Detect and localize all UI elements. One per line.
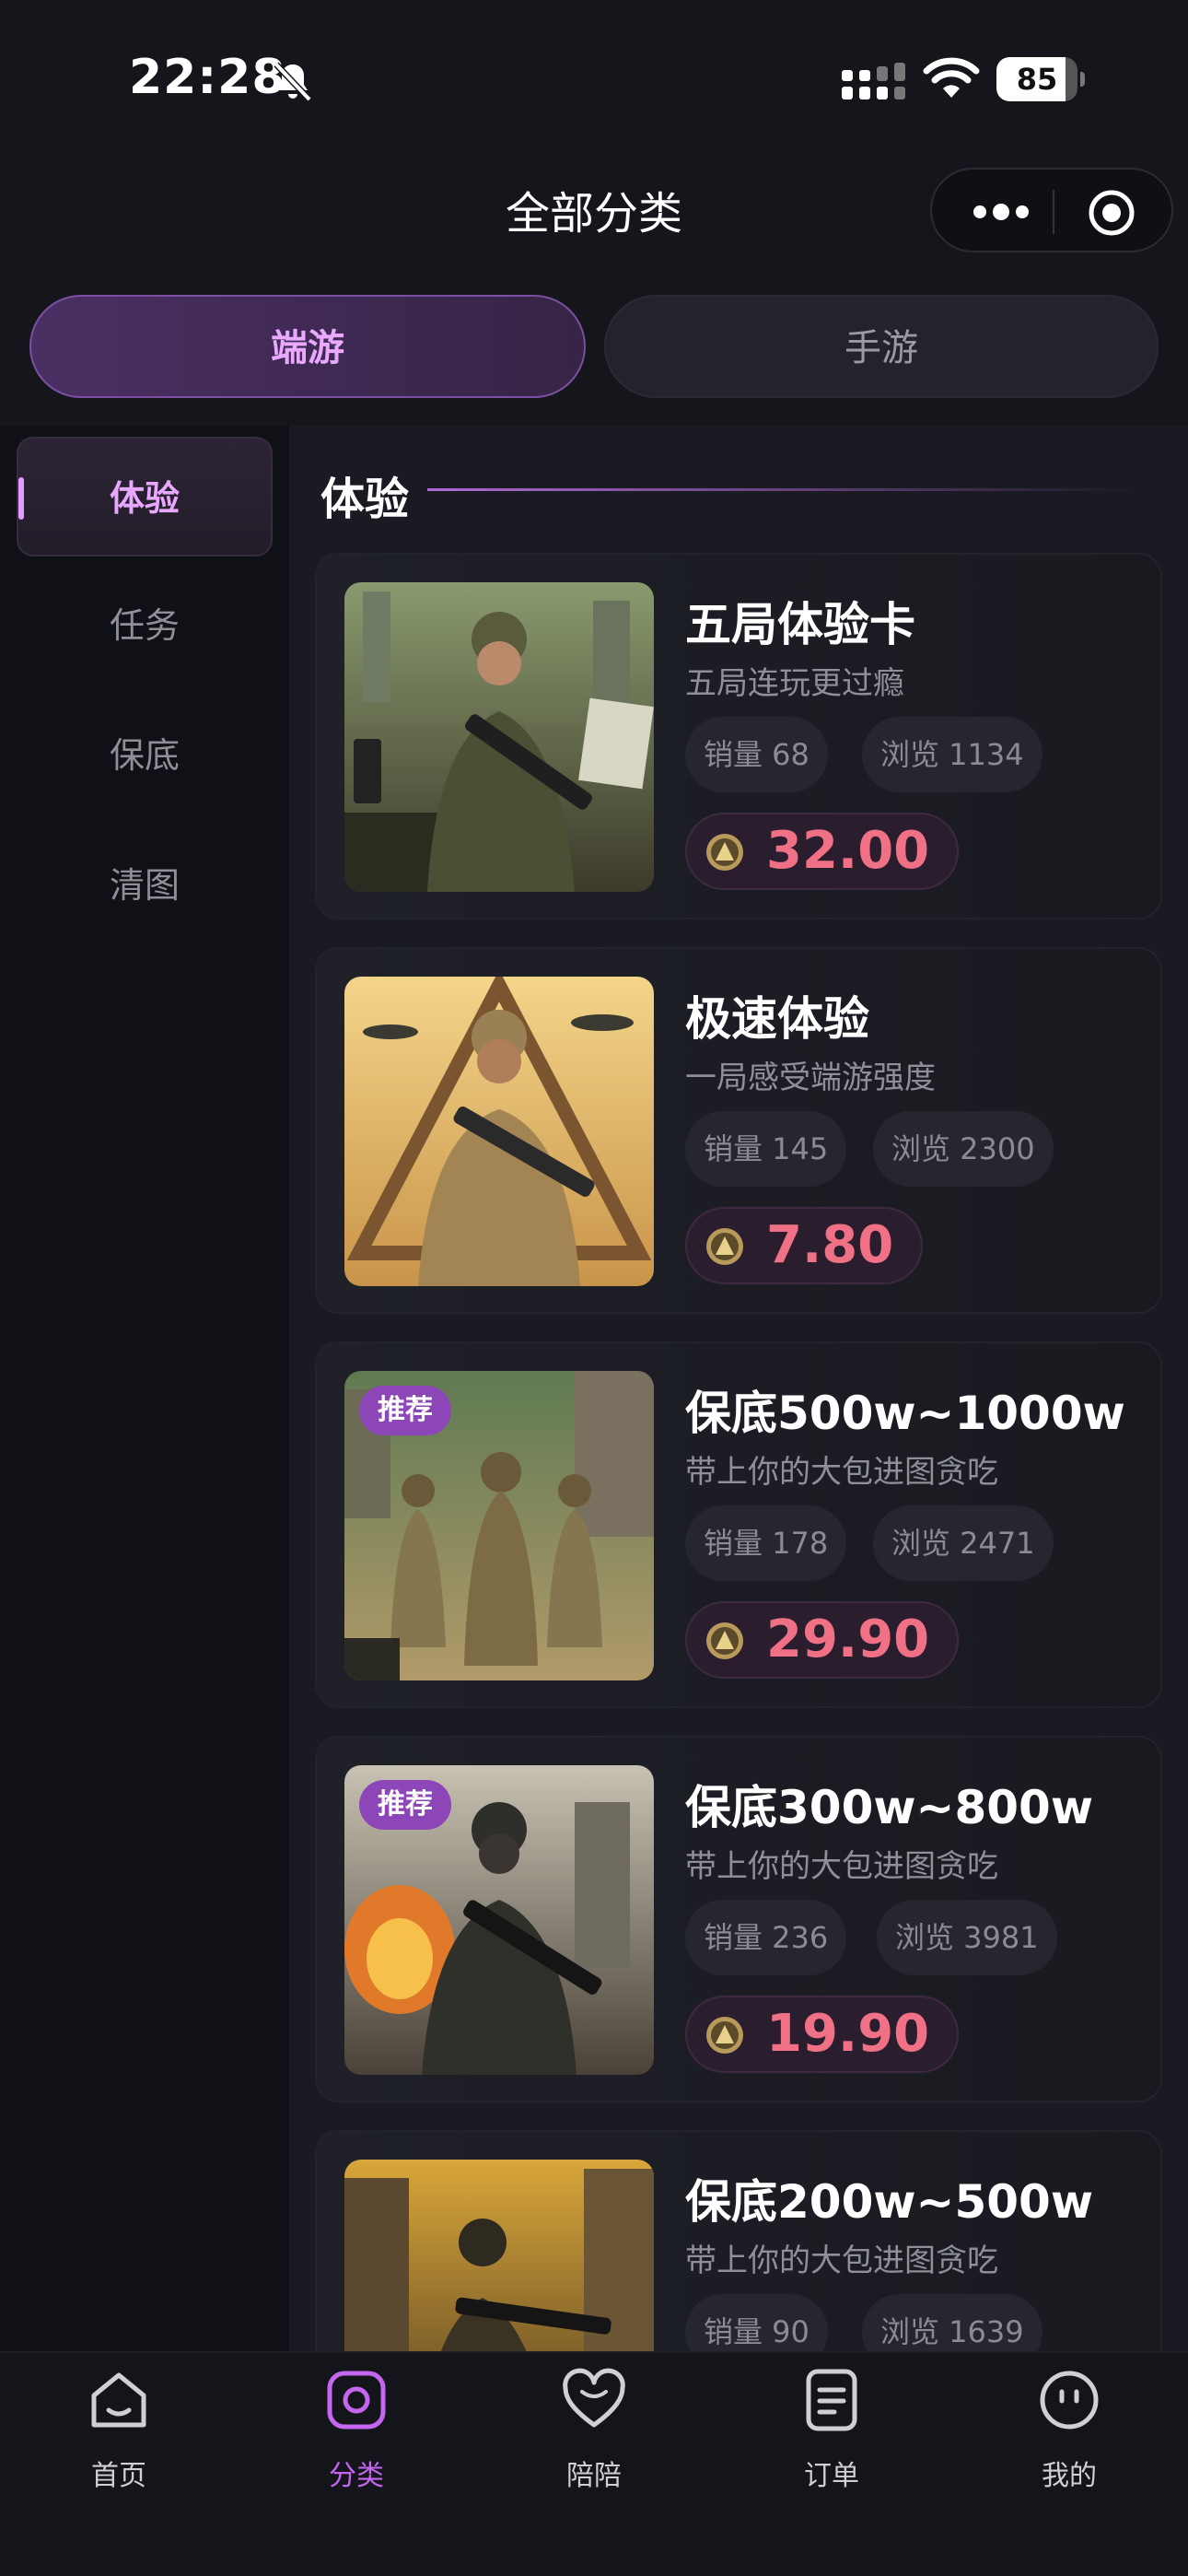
platform-tabs: 端游 手游 <box>29 295 1159 398</box>
coin-icon <box>706 1622 743 1659</box>
product-subtitle: 带上你的大包进图贪吃 <box>685 1454 998 1491</box>
tab-mobile-games[interactable]: 手游 <box>604 295 1159 398</box>
recommend-badge: 推荐 <box>359 1386 451 1435</box>
home-icon <box>91 2372 146 2428</box>
coin-icon <box>706 1228 743 1265</box>
price-value: 19.90 <box>766 2004 930 2064</box>
product-subtitle: 一局感受端游强度 <box>685 1060 936 1096</box>
tab-label: 订单 <box>804 2460 859 2492</box>
cellular-signal-icon <box>842 63 905 100</box>
app-screen: 22:28 85 全部分类 端游 手游 体验 任务 保底 清图 体验 五局体验卡… <box>0 0 1188 2576</box>
section-divider <box>427 488 1136 491</box>
tab-orders[interactable]: 订单 <box>713 2353 950 2537</box>
price-value: 29.90 <box>766 1610 930 1669</box>
product-image <box>344 977 654 1286</box>
view-count: 浏览 2300 <box>873 1111 1054 1187</box>
category-sidebar: 体验 任务 保底 清图 <box>0 426 289 2351</box>
battery-level-text: 85 <box>1016 62 1058 97</box>
view-count: 浏览 3981 <box>877 1900 1057 1975</box>
tab-category[interactable]: 分类 <box>238 2353 475 2537</box>
more-icon[interactable] <box>969 193 1033 230</box>
product-card[interactable]: 五局体验卡 五局连玩更过瘾 销量 68 浏览 1134 32.00 <box>315 553 1162 919</box>
tab-pc-games[interactable]: 端游 <box>29 295 586 398</box>
status-bar: 22:28 85 <box>0 0 1188 157</box>
tab-home[interactable]: 首页 <box>0 2353 238 2537</box>
sales-count: 销量 236 <box>685 1900 847 1975</box>
view-count: 浏览 1134 <box>862 717 1042 792</box>
close-target-icon[interactable] <box>1087 188 1136 238</box>
product-card[interactable]: 保底200w~500w 带上你的大包进图贪吃 销量 90 浏览 1639 <box>315 2130 1162 2351</box>
sales-count: 销量 145 <box>685 1111 847 1187</box>
bottom-tab-bar: 首页 分类 陪陪 订单 我的 <box>0 2351 1188 2576</box>
view-count: 浏览 2471 <box>873 1505 1054 1581</box>
product-card[interactable]: 推荐 保底300w~800w 带上你的大包进图贪吃 销量 236 浏览 3981… <box>315 1736 1162 2102</box>
sidebar-item-guarantee[interactable]: 保底 <box>17 696 273 815</box>
view-count: 浏览 1639 <box>862 2294 1042 2351</box>
sidebar-item-trial[interactable]: 体验 <box>17 437 273 556</box>
product-card[interactable]: 推荐 保底500w~1000w 带上你的大包进图贪吃 销量 178 浏览 247… <box>315 1341 1162 1708</box>
product-image <box>344 582 654 892</box>
product-title: 保底200w~500w <box>685 2175 1094 2229</box>
price-value: 7.80 <box>766 1215 894 1275</box>
price-value: 32.00 <box>766 821 930 881</box>
tab-label: 首页 <box>91 2460 146 2492</box>
category-icon <box>327 2371 386 2430</box>
product-title: 五局体验卡 <box>685 598 915 651</box>
sidebar-item-label: 体验 <box>109 478 180 519</box>
tab-profile[interactable]: 我的 <box>950 2353 1188 2537</box>
product-subtitle: 带上你的大包进图贪吃 <box>685 1848 998 1885</box>
product-image <box>344 2160 654 2351</box>
tab-label: 我的 <box>1042 2460 1097 2492</box>
tab-label: 分类 <box>329 2460 384 2492</box>
price-tag: 32.00 <box>685 813 960 890</box>
active-indicator <box>18 477 24 520</box>
product-title: 极速体验 <box>685 992 869 1046</box>
sidebar-item-clear-map[interactable]: 清图 <box>17 825 273 945</box>
sidebar-item-label: 任务 <box>109 605 180 646</box>
heart-icon <box>563 2368 625 2428</box>
product-image: 推荐 <box>344 1765 654 2075</box>
product-card[interactable]: 极速体验 一局感受端游强度 销量 145 浏览 2300 7.80 <box>315 947 1162 1314</box>
status-time: 22:28 <box>129 50 286 105</box>
product-subtitle: 带上你的大包进图贪吃 <box>685 2242 998 2279</box>
product-title: 保底500w~1000w <box>685 1387 1125 1440</box>
profile-icon <box>1040 2371 1099 2430</box>
wifi-icon <box>923 57 980 98</box>
product-title: 保底300w~800w <box>685 1781 1094 1834</box>
tab-label: 陪陪 <box>566 2460 622 2492</box>
recommend-badge: 推荐 <box>359 1780 451 1830</box>
sales-count: 销量 178 <box>685 1505 847 1581</box>
order-icon <box>806 2369 857 2431</box>
price-tag: 29.90 <box>685 1601 960 1679</box>
product-subtitle: 五局连玩更过瘾 <box>685 665 904 702</box>
sidebar-item-label: 保底 <box>109 735 180 776</box>
product-image: 推荐 <box>344 1371 654 1680</box>
bell-muted-icon <box>274 62 312 102</box>
sales-count: 销量 90 <box>685 2294 828 2351</box>
sales-count: 销量 68 <box>685 717 828 792</box>
section-title: 体验 <box>320 474 410 525</box>
sidebar-item-task[interactable]: 任务 <box>17 566 273 685</box>
tab-companion[interactable]: 陪陪 <box>475 2353 713 2537</box>
battery-indicator: 85 <box>996 57 1085 101</box>
product-list: 体验 五局体验卡 五局连玩更过瘾 销量 68 浏览 1134 32.00 极速体… <box>289 426 1188 2351</box>
coin-icon <box>706 834 743 871</box>
price-tag: 7.80 <box>685 1207 924 1284</box>
price-tag: 19.90 <box>685 1996 960 2073</box>
capsule-divider <box>1053 190 1054 234</box>
coin-icon <box>706 2017 743 2054</box>
sidebar-item-label: 清图 <box>109 865 180 906</box>
mini-program-capsule <box>930 168 1173 252</box>
